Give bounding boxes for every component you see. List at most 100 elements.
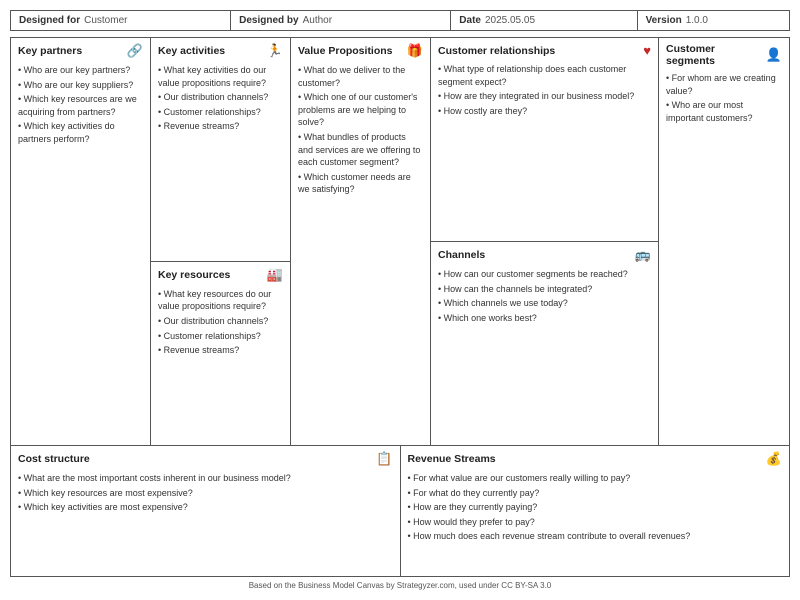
list-item: Which customer needs are we satisfying?	[298, 171, 423, 196]
page: Designed for Customer Designed by Author…	[0, 0, 800, 600]
revenue-streams-section: Revenue Streams 💰 For what value are our…	[401, 446, 790, 576]
list-item: Our distribution channels?	[158, 91, 283, 104]
cost-structure-list: What are the most important costs inhere…	[18, 472, 393, 514]
cost-structure-icon: 📋	[376, 451, 392, 467]
channels-section: Channels 🚌 How can our customer segments…	[431, 242, 658, 445]
designed-for-value: Customer	[84, 15, 127, 26]
customer-relationships-title: Customer relationships ♥	[438, 43, 651, 58]
customer-relationships-title-text: Customer relationships	[438, 45, 555, 57]
list-item: How are they integrated in our business …	[438, 90, 651, 103]
key-activities-icon: 🏃	[267, 43, 283, 59]
footer-text: Based on the Business Model Canvas by St…	[249, 581, 552, 590]
key-partners-icon: 🔗	[127, 43, 143, 59]
list-item: Customer relationships?	[158, 330, 283, 343]
key-partners-content: Key partners 🔗 Who are our key partners?…	[11, 38, 150, 445]
list-item: What are the most important costs inhere…	[18, 472, 393, 485]
list-item: Which key resources are we acquiring fro…	[18, 93, 143, 118]
revenue-streams-icon: 💰	[766, 451, 782, 467]
list-item: How are they currently paying?	[408, 501, 783, 514]
key-activities-title-text: Key activities	[158, 45, 225, 57]
list-item: What key resources do our value proposit…	[158, 288, 283, 313]
customer-segments-title-text: Customer segments	[666, 43, 766, 67]
key-resources-title: Key resources 🏭	[158, 267, 283, 283]
customer-relationships-section: Customer relationships ♥ What type of re…	[431, 38, 658, 242]
list-item: What bundles of products and services ar…	[298, 131, 423, 169]
revenue-streams-title: Revenue Streams 💰	[408, 451, 783, 467]
footer: Based on the Business Model Canvas by St…	[10, 577, 790, 590]
version-value: 1.0.0	[686, 15, 708, 26]
key-activities-section: Key activities 🏃 What key activities do …	[151, 38, 290, 262]
channels-title-text: Channels	[438, 249, 485, 261]
value-propositions-section: Value Propositions 🎁 What do we deliver …	[291, 38, 431, 445]
cost-structure-title: Cost structure 📋	[18, 451, 393, 467]
value-propositions-icon: 🎁	[407, 43, 423, 59]
canvas-main: Key partners 🔗 Who are our key partners?…	[11, 38, 789, 446]
date-label: Date	[459, 15, 481, 26]
header-row: Designed for Customer Designed by Author…	[10, 10, 790, 31]
customer-segments-icon: 👤	[766, 47, 782, 63]
business-model-canvas: Key partners 🔗 Who are our key partners?…	[10, 37, 790, 577]
revenue-streams-title-text: Revenue Streams	[408, 453, 496, 465]
list-item: Our distribution channels?	[158, 315, 283, 328]
canvas-bottom: Cost structure 📋 What are the most impor…	[11, 446, 789, 576]
designed-by-cell: Designed by Author	[231, 11, 451, 30]
list-item: How can the channels be integrated?	[438, 283, 651, 296]
list-item: How would they prefer to pay?	[408, 516, 783, 529]
version-label: Version	[646, 15, 682, 26]
designed-for-label: Designed for	[19, 15, 80, 26]
list-item: Which one works best?	[438, 312, 651, 325]
date-value: 2025.05.05	[485, 15, 535, 26]
list-item: What key activities do our value proposi…	[158, 64, 283, 89]
key-partners-title-text: Key partners	[18, 45, 82, 57]
designed-by-value: Author	[303, 15, 332, 26]
list-item: Which channels we use today?	[438, 297, 651, 310]
list-item: Which key resources are most expensive?	[18, 487, 393, 500]
list-item: For whom are we creating value?	[666, 72, 782, 97]
value-propositions-content: Value Propositions 🎁 What do we deliver …	[291, 38, 430, 445]
key-resources-title-text: Key resources	[158, 269, 230, 281]
designed-for-cell: Designed for Customer	[11, 11, 231, 30]
list-item: What type of relationship does each cust…	[438, 63, 651, 88]
list-item: Customer relationships?	[158, 106, 283, 119]
customer-segments-list: For whom are we creating value? Who are …	[666, 72, 782, 124]
cr-channels-col: Customer relationships ♥ What type of re…	[431, 38, 659, 445]
date-cell: Date 2025.05.05	[451, 11, 637, 30]
key-partners-title: Key partners 🔗	[18, 43, 143, 59]
value-propositions-title: Value Propositions 🎁	[298, 43, 423, 59]
designed-by-label: Designed by	[239, 15, 298, 26]
list-item: Revenue streams?	[158, 344, 283, 357]
key-activities-list: What key activities do our value proposi…	[158, 64, 283, 133]
revenue-streams-list: For what value are our customers really …	[408, 472, 783, 543]
key-resources-section: Key resources 🏭 What key resources do ou…	[151, 262, 290, 445]
middle-column: Key activities 🏃 What key activities do …	[151, 38, 291, 445]
customer-relationships-list: What type of relationship does each cust…	[438, 63, 651, 117]
channels-list: How can our customer segments be reached…	[438, 268, 651, 324]
list-item: Who are our key suppliers?	[18, 79, 143, 92]
value-propositions-title-text: Value Propositions	[298, 45, 393, 57]
list-item: Who are our key partners?	[18, 64, 143, 77]
key-partners-section: Key partners 🔗 Who are our key partners?…	[11, 38, 151, 445]
customer-segments-title: Customer segments 👤	[666, 43, 782, 67]
list-item: How costly are they?	[438, 105, 651, 118]
cost-structure-section: Cost structure 📋 What are the most impor…	[11, 446, 401, 576]
list-item: How can our customer segments be reached…	[438, 268, 651, 281]
key-partners-list: Who are our key partners? Who are our ke…	[18, 64, 143, 146]
customer-segments-section: Customer segments 👤 For whom are we crea…	[659, 38, 789, 445]
key-resources-icon: 🏭	[267, 267, 283, 283]
key-activities-title: Key activities 🏃	[158, 43, 283, 59]
version-cell: Version 1.0.0	[638, 11, 789, 30]
list-item: Revenue streams?	[158, 120, 283, 133]
cost-structure-title-text: Cost structure	[18, 453, 90, 465]
list-item: How much does each revenue stream contri…	[408, 530, 783, 543]
list-item: What do we deliver to the customer?	[298, 64, 423, 89]
channels-title: Channels 🚌	[438, 247, 651, 263]
list-item: Which key activities do partners perform…	[18, 120, 143, 145]
list-item: Which one of our customer's problems are…	[298, 91, 423, 129]
list-item: For what do they currently pay?	[408, 487, 783, 500]
channels-icon: 🚌	[635, 247, 651, 263]
value-propositions-list: What do we deliver to the customer? Whic…	[298, 64, 423, 196]
customer-relationships-icon: ♥	[643, 43, 651, 58]
key-resources-list: What key resources do our value proposit…	[158, 288, 283, 357]
list-item: Who are our most important customers?	[666, 99, 782, 124]
list-item: Which key activities are most expensive?	[18, 501, 393, 514]
